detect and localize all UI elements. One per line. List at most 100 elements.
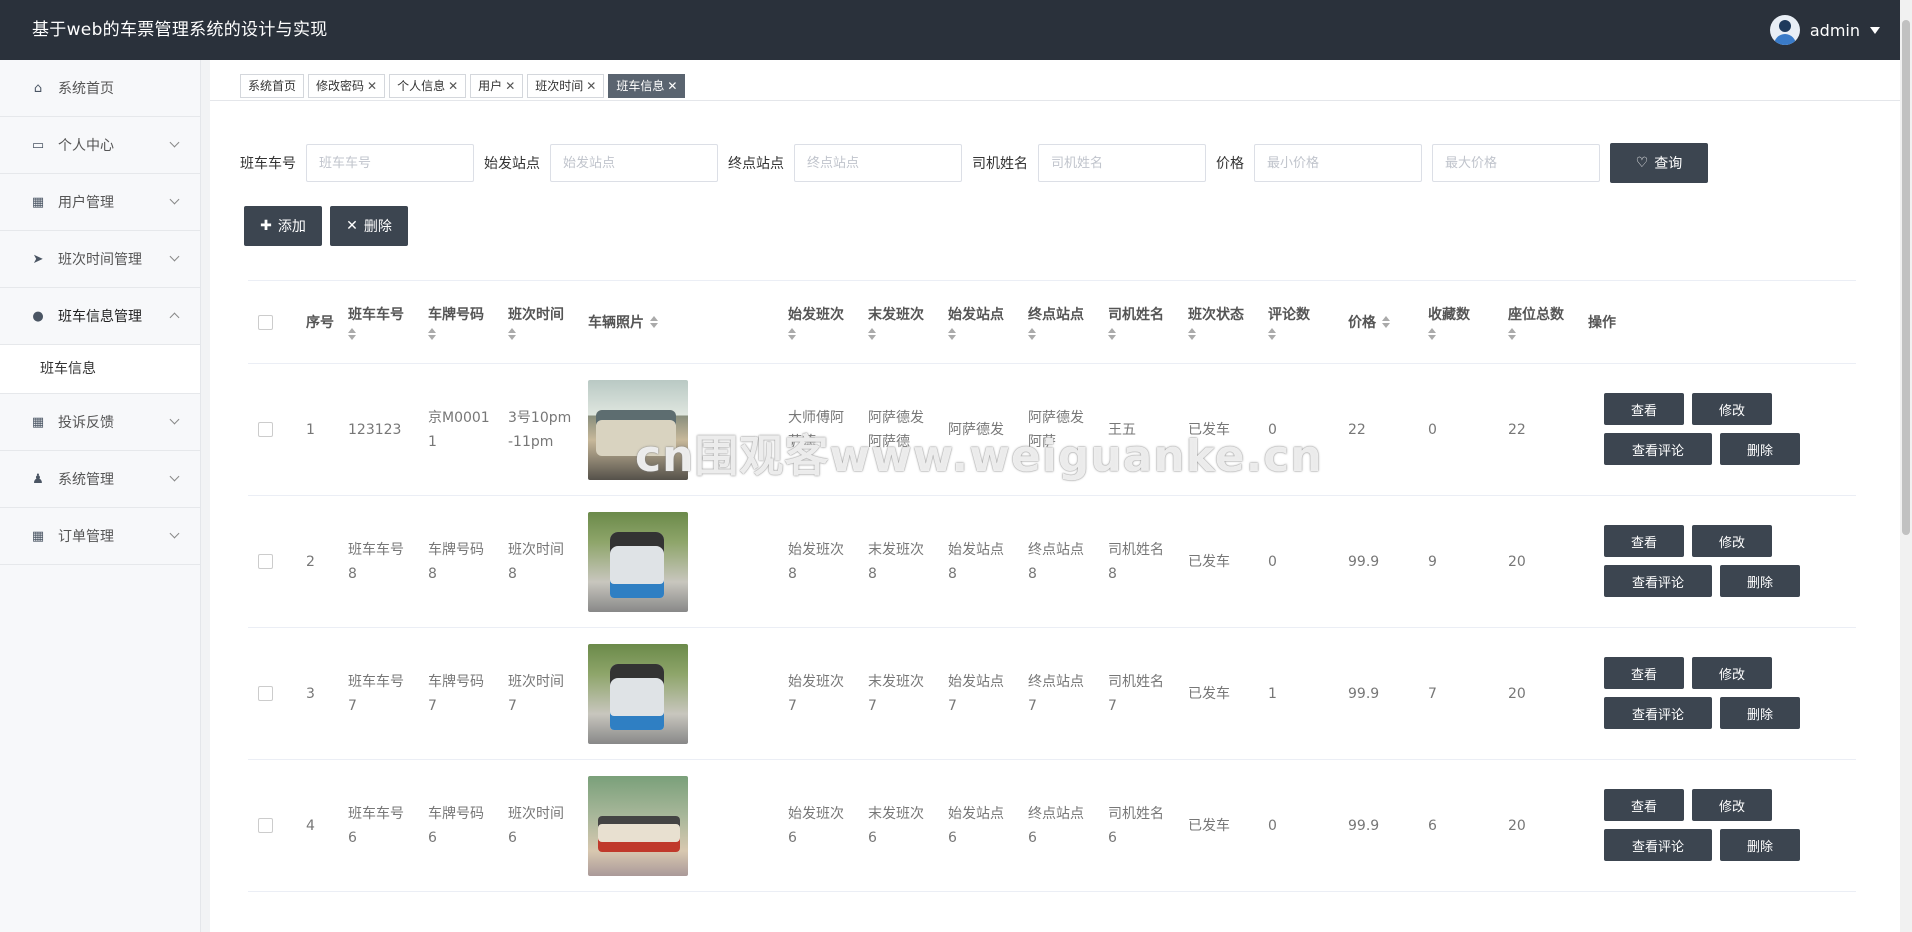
tab-user[interactable]: 用户 ✕ bbox=[470, 74, 524, 98]
end-station-input[interactable] bbox=[794, 144, 962, 182]
header-end-station[interactable]: 终点站点 bbox=[1028, 281, 1084, 363]
tab-bus-info[interactable]: 班车信息 ✕ bbox=[608, 74, 686, 98]
sidebar-item-order-management[interactable]: ▦ 订单管理 bbox=[0, 508, 200, 565]
header-bus-number[interactable]: 班车车号 bbox=[348, 281, 404, 363]
sidebar-item-complaints[interactable]: ▦ 投诉反馈 bbox=[0, 394, 200, 451]
sidebar-item-bus-info-management[interactable]: ● 班车信息管理 bbox=[0, 288, 200, 345]
view-button[interactable]: 查看 bbox=[1604, 789, 1684, 821]
row-checkbox-cell[interactable] bbox=[258, 364, 273, 495]
header-photo[interactable]: 车辆照片 bbox=[588, 281, 658, 363]
row-delete-button[interactable]: 删除 bbox=[1720, 829, 1800, 861]
row-checkbox-cell[interactable] bbox=[258, 496, 273, 627]
view-comments-button[interactable]: 查看评论 bbox=[1604, 697, 1712, 729]
cell-favorites: 0 bbox=[1428, 364, 1492, 495]
sort-icon[interactable] bbox=[1108, 328, 1116, 340]
sort-icon[interactable] bbox=[508, 328, 516, 340]
sort-icon[interactable] bbox=[1508, 328, 1516, 340]
username[interactable]: admin bbox=[1810, 21, 1860, 40]
header-schedule-time[interactable]: 班次时间 bbox=[508, 281, 564, 363]
cell-text: 6 bbox=[1428, 817, 1437, 834]
scrollbar[interactable] bbox=[1900, 0, 1912, 932]
sort-icon[interactable] bbox=[1268, 328, 1276, 340]
query-button[interactable]: ♡ 查询 bbox=[1610, 143, 1708, 183]
bus-photo[interactable] bbox=[588, 511, 688, 612]
tab-personal-info[interactable]: 个人信息 ✕ bbox=[389, 74, 467, 98]
row-checkbox[interactable] bbox=[258, 686, 273, 701]
header-first-trip[interactable]: 始发班次 bbox=[788, 281, 844, 363]
cell-driver-name: 司机姓名7 bbox=[1108, 628, 1172, 759]
user-menu[interactable]: admin bbox=[1769, 14, 1880, 46]
avatar[interactable] bbox=[1769, 15, 1800, 45]
edit-button[interactable]: 修改 bbox=[1692, 393, 1772, 425]
cell-text: 司机姓名8 bbox=[1108, 541, 1164, 582]
max-price-input[interactable] bbox=[1432, 144, 1600, 182]
header-label: 始发班次 bbox=[788, 307, 844, 323]
close-icon[interactable]: ✕ bbox=[448, 75, 458, 97]
row-checkbox-cell[interactable] bbox=[258, 628, 273, 759]
row-delete-button[interactable]: 删除 bbox=[1720, 433, 1800, 465]
bus-photo[interactable] bbox=[588, 379, 688, 480]
edit-button[interactable]: 修改 bbox=[1692, 789, 1772, 821]
sort-icon[interactable] bbox=[788, 328, 796, 340]
sort-icon[interactable] bbox=[948, 328, 956, 340]
delete-button[interactable]: ✕ 删除 bbox=[330, 206, 408, 246]
tab-schedule-time[interactable]: 班次时间 ✕ bbox=[527, 74, 605, 98]
row-checkbox[interactable] bbox=[258, 554, 273, 569]
row-delete-button[interactable]: 删除 bbox=[1720, 697, 1800, 729]
scrollbar-thumb[interactable] bbox=[1902, 20, 1910, 535]
min-price-input[interactable] bbox=[1254, 144, 1422, 182]
sort-icon[interactable] bbox=[1028, 328, 1036, 340]
tab-home[interactable]: 系统首页 bbox=[240, 74, 305, 98]
sidebar-item-personal-center[interactable]: ▭ 个人中心 bbox=[0, 117, 200, 174]
edit-button[interactable]: 修改 bbox=[1692, 525, 1772, 557]
header-plate[interactable]: 车牌号码 bbox=[428, 281, 484, 363]
header-comments[interactable]: 评论数 bbox=[1268, 281, 1310, 363]
bus-photo[interactable] bbox=[588, 643, 688, 744]
sort-icon[interactable] bbox=[428, 328, 436, 340]
edit-button[interactable]: 修改 bbox=[1692, 657, 1772, 689]
header-last-trip[interactable]: 末发班次 bbox=[868, 281, 924, 363]
header-status[interactable]: 班次状态 bbox=[1188, 281, 1244, 363]
row-checkbox[interactable] bbox=[258, 818, 273, 833]
header-favorites[interactable]: 收藏数 bbox=[1428, 281, 1470, 363]
bus-photo[interactable] bbox=[588, 775, 688, 876]
sort-icon[interactable] bbox=[650, 316, 658, 328]
sort-icon[interactable] bbox=[348, 328, 356, 340]
sort-icon[interactable] bbox=[868, 328, 876, 340]
row-checkbox-cell[interactable] bbox=[258, 760, 273, 891]
close-icon[interactable]: ✕ bbox=[667, 75, 677, 97]
sidebar-item-user-management[interactable]: ▦ 用户管理 bbox=[0, 174, 200, 231]
sort-icon[interactable] bbox=[1382, 316, 1390, 328]
sort-icon[interactable] bbox=[1188, 328, 1196, 340]
driver-name-input[interactable] bbox=[1038, 144, 1206, 182]
row-checkbox[interactable] bbox=[258, 422, 273, 437]
caret-down-icon[interactable] bbox=[1870, 26, 1880, 34]
view-comments-button[interactable]: 查看评论 bbox=[1604, 565, 1712, 597]
header-driver-name[interactable]: 司机姓名 bbox=[1108, 281, 1164, 363]
start-station-input[interactable] bbox=[550, 144, 718, 182]
select-all-checkbox[interactable] bbox=[258, 314, 273, 330]
close-icon[interactable]: ✕ bbox=[367, 75, 377, 97]
cell-schedule-time: 3号10pm-11pm bbox=[508, 364, 572, 495]
sidebar-item-home[interactable]: ⌂ 系统首页 bbox=[0, 60, 200, 117]
header-price[interactable]: 价格 bbox=[1348, 281, 1390, 363]
row-delete-button[interactable]: 删除 bbox=[1720, 565, 1800, 597]
view-button[interactable]: 查看 bbox=[1604, 525, 1684, 557]
sidebar-item-schedule-management[interactable]: ➤ 班次时间管理 bbox=[0, 231, 200, 288]
tab-change-password[interactable]: 修改密码 ✕ bbox=[308, 74, 386, 98]
view-button[interactable]: 查看 bbox=[1604, 393, 1684, 425]
bus-number-input[interactable] bbox=[306, 144, 474, 182]
select-all-checkbox-cell[interactable] bbox=[258, 281, 273, 363]
header-start-station[interactable]: 始发站点 bbox=[948, 281, 1004, 363]
sort-icon[interactable] bbox=[1428, 328, 1436, 340]
close-icon[interactable]: ✕ bbox=[505, 75, 515, 97]
view-comments-button[interactable]: 查看评论 bbox=[1604, 433, 1712, 465]
view-button[interactable]: 查看 bbox=[1604, 657, 1684, 689]
sidebar-subitem-bus-info[interactable]: 班车信息 bbox=[0, 345, 200, 394]
close-icon[interactable]: ✕ bbox=[586, 75, 596, 97]
view-comments-button[interactable]: 查看评论 bbox=[1604, 829, 1712, 861]
header-seats[interactable]: 座位总数 bbox=[1508, 281, 1564, 363]
sidebar-item-system-management[interactable]: ♟ 系统管理 bbox=[0, 451, 200, 508]
tab-label: 个人信息 bbox=[397, 79, 446, 93]
add-button[interactable]: ✚ 添加 bbox=[244, 206, 322, 246]
